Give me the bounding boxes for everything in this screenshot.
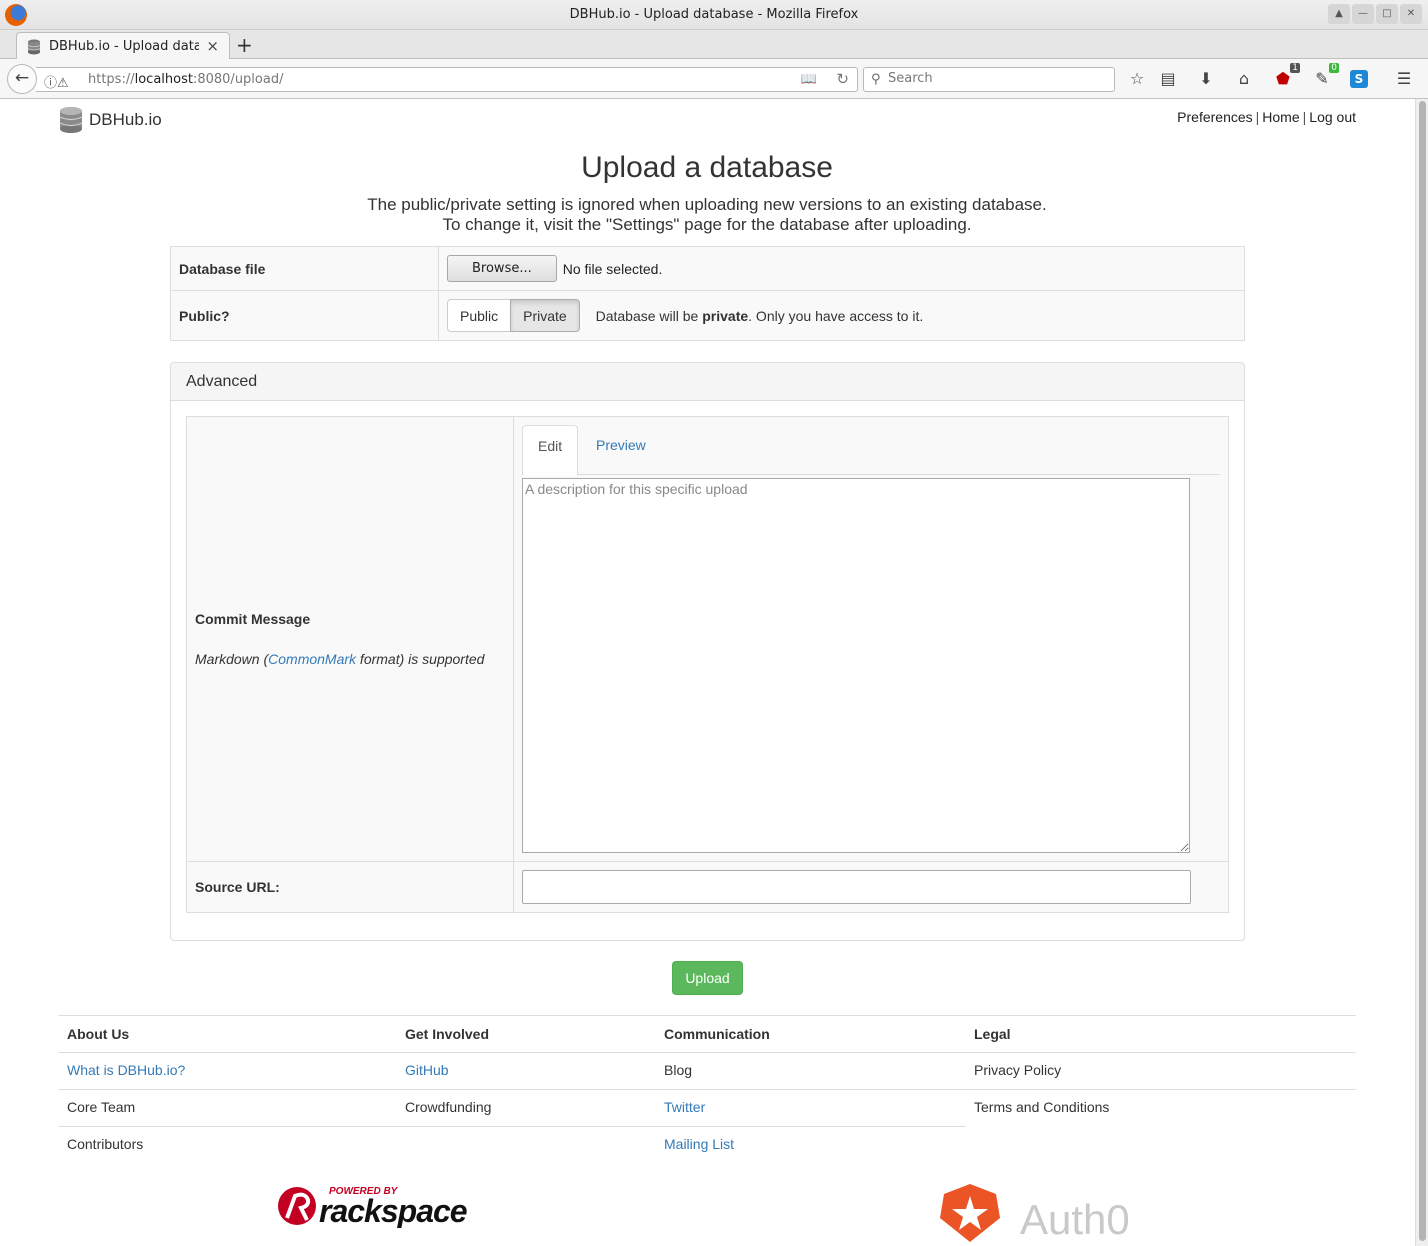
footer: About Us What is DBHub.io? Core Team Con…: [59, 1015, 1356, 1152]
advanced-panel: Advanced Commit Message Markdown (Common…: [170, 362, 1245, 941]
auth0-name: Auth0: [1020, 1196, 1130, 1243]
url-text[interactable]: https://localhost:8080/upload/: [88, 72, 283, 87]
url-bar[interactable]: ⓘ⚠ https://localhost:8080/upload/ 📖 ↻: [36, 67, 858, 92]
footer-col-about: About Us What is DBHub.io? Core Team Con…: [59, 1016, 397, 1164]
home-icon[interactable]: ⌂: [1233, 68, 1255, 90]
page-content: DBHub.io Preferences | Home | Log out Upload…: [0, 99, 1414, 1246]
reload-icon[interactable]: ↻: [836, 70, 849, 88]
ublock-icon[interactable]: ⬟ 1: [1272, 63, 1300, 90]
search-icon: ⚲: [871, 71, 881, 86]
footer-col-legal: Legal Privacy Policy Terms and Condition…: [966, 1016, 1356, 1127]
menu-hamburger-icon[interactable]: ☰: [1393, 68, 1415, 90]
source-url-label-cell: Source URL:: [186, 861, 514, 913]
footer-link-core-team[interactable]: Core Team: [59, 1090, 397, 1127]
rackspace-logo[interactable]: POWERED BY rackspace: [275, 1182, 480, 1228]
no-file-text: No file selected.: [562, 260, 663, 277]
tab-title: DBHub.io - Upload data: [49, 39, 199, 54]
advanced-heading[interactable]: Advanced: [171, 363, 1244, 401]
brand-link[interactable]: DBHub.io: [59, 107, 162, 133]
page-title: Upload a database: [581, 151, 833, 184]
bookmarks-list-icon[interactable]: ▤: [1157, 68, 1179, 90]
advanced-table: Commit Message Markdown (CommonMark form…: [186, 416, 1229, 913]
database-file-label: Database file: [170, 246, 439, 291]
browse-button[interactable]: Browse...: [447, 255, 557, 282]
database-favicon-icon: [27, 39, 41, 55]
tab-strip: DBHub.io - Upload data × +: [0, 30, 1428, 59]
new-tab-icon[interactable]: +: [236, 33, 253, 57]
footer-heading-communication: Communication: [656, 1016, 966, 1053]
nav-home[interactable]: Home: [1262, 109, 1299, 125]
privacy-note: Database will be private. Only you have …: [595, 307, 924, 324]
ublock-badge: 1: [1290, 63, 1300, 73]
tab-edit[interactable]: Edit: [522, 425, 579, 476]
source-url-input[interactable]: [522, 870, 1191, 904]
public-label: Public?: [170, 290, 439, 341]
nav-separator: |: [1255, 109, 1260, 125]
extension-icon[interactable]: ✎ 0: [1311, 63, 1339, 90]
nav-separator: |: [1302, 109, 1307, 125]
s-extension-icon[interactable]: S: [1350, 70, 1368, 88]
footer-link-mailing-list[interactable]: Mailing List: [656, 1127, 966, 1164]
search-input[interactable]: [888, 71, 1108, 86]
commit-tabs: Edit Preview: [522, 425, 1220, 476]
commit-message-label-cell: Commit Message Markdown (CommonMark form…: [186, 416, 514, 862]
nav-logout[interactable]: Log out: [1309, 109, 1356, 125]
auth0-logo[interactable]: Auth0: [938, 1182, 1143, 1244]
footer-link-twitter[interactable]: Twitter: [656, 1090, 966, 1127]
database-logo-icon: [59, 107, 83, 133]
footer-heading-involved: Get Involved: [397, 1016, 656, 1053]
footer-col-communication: Communication Blog Twitter Mailing List: [656, 1016, 966, 1164]
bookmark-star-icon[interactable]: ☆: [1126, 68, 1148, 90]
back-button-icon[interactable]: ←: [7, 64, 37, 94]
subtitle-line-2: To change it, visit the "Settings" page …: [442, 215, 972, 234]
tab-preview[interactable]: Preview: [581, 425, 661, 475]
window-title: DBHub.io - Upload database - Mozilla Fir…: [569, 7, 859, 22]
upload-button[interactable]: Upload: [672, 961, 743, 995]
window-titlebar: DBHub.io - Upload database - Mozilla Fir…: [0, 0, 1428, 30]
footer-link-github[interactable]: GitHub: [397, 1053, 656, 1090]
reader-view-icon[interactable]: 📖: [801, 71, 817, 87]
visibility-toggle: Public Private: [447, 299, 580, 332]
footer-link-crowdfunding[interactable]: Crowdfunding: [397, 1090, 656, 1127]
window-maximize-icon[interactable]: □: [1376, 4, 1398, 24]
commit-message-label: Commit Message: [195, 611, 311, 627]
footer-link-contributors[interactable]: Contributors: [59, 1127, 397, 1164]
page-subtitle: The public/private setting is ignored wh…: [0, 195, 1414, 235]
brand-name: DBHub.io: [89, 110, 162, 129]
footer-link-terms[interactable]: Terms and Conditions: [966, 1090, 1356, 1127]
top-nav: Preferences | Home | Log out: [1177, 109, 1356, 125]
footer-link-privacy[interactable]: Privacy Policy: [966, 1053, 1356, 1090]
window-minimize-icon[interactable]: —: [1352, 4, 1374, 24]
rackspace-name: rackspace: [319, 1193, 467, 1228]
public-button[interactable]: Public: [447, 299, 512, 332]
rackspace-logo-icon: [278, 1187, 316, 1225]
footer-heading-legal: Legal: [966, 1016, 1356, 1053]
tab-close-icon[interactable]: ×: [206, 37, 219, 55]
nav-preferences[interactable]: Preferences: [1177, 109, 1252, 125]
markdown-note: Markdown (CommonMark format) is supporte…: [195, 651, 485, 667]
browser-tab-active[interactable]: DBHub.io - Upload data ×: [16, 32, 230, 59]
downloads-icon[interactable]: ⬇: [1195, 68, 1217, 90]
footer-link-what-is[interactable]: What is DBHub.io?: [59, 1053, 397, 1090]
footer-heading-about: About Us: [59, 1016, 397, 1053]
upload-options-table: Database file Browse... No file selected.…: [170, 246, 1245, 341]
page-scrollbar[interactable]: [1415, 99, 1428, 1246]
footer-link-blog[interactable]: Blog: [656, 1053, 966, 1090]
subtitle-line-1: The public/private setting is ignored wh…: [367, 195, 1047, 214]
source-url-label: Source URL:: [195, 879, 280, 895]
navigation-toolbar: ⓘ⚠ https://localhost:8080/upload/ 📖 ↻ ← …: [0, 59, 1428, 99]
site-info-icon[interactable]: ⓘ⚠: [44, 72, 69, 91]
footer-col-involved: Get Involved GitHub Crowdfunding: [397, 1016, 656, 1127]
commonmark-link[interactable]: CommonMark: [268, 651, 356, 667]
scrollbar-thumb[interactable]: [1419, 101, 1426, 1241]
extension-badge: 0: [1329, 63, 1339, 73]
window-up-icon[interactable]: ▲: [1328, 4, 1350, 24]
search-bar[interactable]: ⚲: [863, 67, 1115, 92]
window-controls: ▲ — □ ✕: [1328, 4, 1422, 26]
private-button[interactable]: Private: [510, 299, 580, 332]
commit-message-textarea[interactable]: [522, 478, 1190, 853]
window-close-icon[interactable]: ✕: [1400, 4, 1422, 24]
